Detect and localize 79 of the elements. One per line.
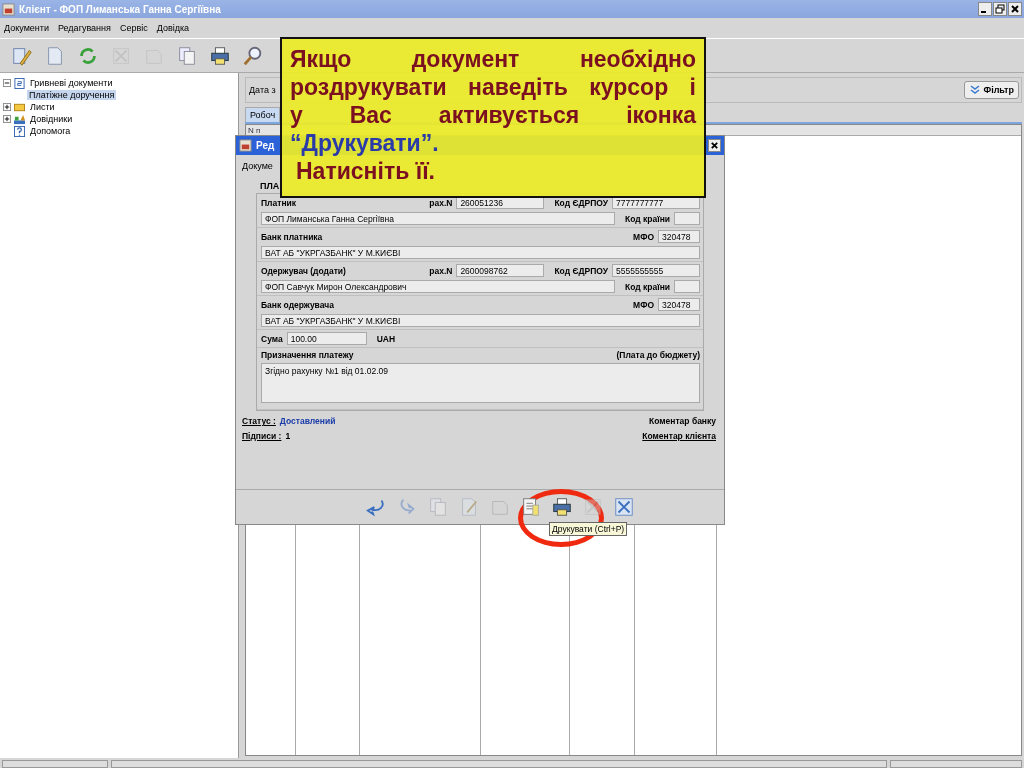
minimize-button[interactable] bbox=[978, 2, 992, 16]
field-label: Код країни bbox=[625, 281, 670, 292]
field-label: МФО bbox=[633, 231, 654, 242]
name-field[interactable]: ФОП Савчук Мирон Олександрович bbox=[261, 280, 616, 293]
country-field[interactable] bbox=[674, 280, 700, 293]
name-field[interactable]: ФОП Лиманська Ганна Сергіївна bbox=[261, 212, 616, 225]
tree-item[interactable]: Листи bbox=[28, 102, 57, 112]
close-button[interactable] bbox=[1008, 2, 1022, 16]
field-label: Банк одержувача bbox=[261, 299, 335, 310]
country-field[interactable] bbox=[674, 212, 700, 225]
filter-button[interactable]: Фільтр bbox=[964, 81, 1019, 99]
app-icon bbox=[2, 2, 15, 16]
budget-note: (Плата до бюджету) bbox=[616, 350, 700, 360]
tree-item[interactable]: Допомога bbox=[28, 126, 73, 136]
tree-item[interactable]: Довідники bbox=[28, 114, 75, 124]
bank-comment-label: Коментар банку bbox=[649, 416, 716, 426]
copy-icon bbox=[427, 496, 449, 518]
field-label: Банк платника bbox=[261, 231, 324, 242]
document-label: Докуме bbox=[242, 161, 273, 171]
amount-field[interactable]: 100.00 bbox=[286, 332, 367, 345]
field-label: Платник bbox=[261, 197, 297, 208]
restore-icon bbox=[995, 4, 1005, 14]
print-icon bbox=[551, 496, 573, 518]
envelope-icon bbox=[14, 101, 25, 113]
section-label: ПЛА bbox=[260, 181, 281, 191]
field-label: рах.N bbox=[429, 265, 453, 276]
books-icon bbox=[14, 113, 25, 125]
expand-icon[interactable] bbox=[3, 103, 11, 111]
document-icon bbox=[520, 496, 542, 518]
mfo-field[interactable]: 320478 bbox=[658, 230, 700, 243]
status-value: Доставлений bbox=[279, 416, 336, 426]
chevron-down-icon bbox=[969, 84, 982, 96]
app-icon bbox=[239, 139, 252, 152]
tab[interactable]: Робоч bbox=[245, 107, 281, 122]
status-link[interactable]: Статус : bbox=[242, 416, 276, 426]
bank-name-field[interactable]: ВАТ АБ "УКРГАЗБАНК" У М.КИЄВІ bbox=[261, 314, 700, 327]
tree-item[interactable]: Платіжне доручення bbox=[27, 90, 117, 100]
field-label: рах.N bbox=[429, 197, 453, 208]
print-icon bbox=[209, 44, 231, 67]
callout-text: Якщо документ необхідно роздрукувати наведіть курсор і у Вас активується іконка “Друкувати”. Натисніть її. bbox=[290, 45, 696, 185]
menu-item[interactable]: Довідка bbox=[156, 23, 190, 33]
mfo-field[interactable]: 320478 bbox=[658, 298, 700, 311]
close-icon bbox=[710, 141, 719, 150]
field-label: МФО bbox=[633, 299, 654, 310]
delete-icon bbox=[582, 496, 604, 518]
field-label: Сума bbox=[261, 333, 283, 344]
tooltip: Друкувати (Ctrl+P) bbox=[549, 522, 628, 536]
account-field[interactable]: 2600098762 bbox=[456, 264, 545, 277]
help-icon bbox=[14, 125, 25, 137]
close-icon bbox=[1010, 4, 1020, 14]
collapse-icon[interactable] bbox=[3, 79, 11, 87]
copy-icon bbox=[176, 44, 198, 67]
field-label: Код ЄДРПОУ bbox=[554, 265, 608, 276]
menu-item[interactable]: Редагування bbox=[57, 23, 111, 33]
field-label: Код ЄДРПОУ bbox=[554, 197, 608, 208]
field-label: Одержувач (додати) bbox=[261, 265, 347, 276]
close-button[interactable] bbox=[708, 139, 721, 152]
bank-name-field[interactable]: ВАТ АБ "УКРГАЗБАНК" У М.КИЄВІ bbox=[261, 246, 700, 259]
restore-button[interactable] bbox=[993, 2, 1007, 16]
date-label: Дата з bbox=[249, 85, 276, 95]
menu-item[interactable]: Документи bbox=[4, 23, 49, 33]
dialog-title: Ред bbox=[256, 140, 275, 151]
minimize-icon bbox=[981, 11, 986, 13]
code-field[interactable]: 5555555555 bbox=[612, 264, 700, 277]
field-label: Призначення платежу bbox=[261, 350, 355, 360]
tree-item[interactable]: Гривневі документи bbox=[28, 78, 115, 88]
signatures-count: 1 bbox=[285, 431, 291, 441]
close-icon bbox=[613, 496, 635, 518]
field-label: Код країни bbox=[625, 213, 670, 224]
column-header[interactable]: N п bbox=[246, 126, 261, 135]
window-title: Клієнт - ФОП Лиманська Ганна Сергіївна bbox=[19, 3, 221, 15]
search-icon bbox=[242, 44, 264, 67]
expand-icon[interactable] bbox=[3, 115, 11, 123]
currency-label: UAH bbox=[376, 333, 396, 344]
purpose-field[interactable]: Згідно рахунку №1 від 01.02.09 bbox=[261, 363, 700, 403]
document-icon bbox=[14, 77, 25, 89]
signatures-link[interactable]: Підписи : bbox=[242, 431, 282, 441]
menu-item[interactable]: Сервіс bbox=[119, 23, 148, 33]
client-comment-link[interactable]: Коментар клієнта bbox=[642, 431, 716, 441]
